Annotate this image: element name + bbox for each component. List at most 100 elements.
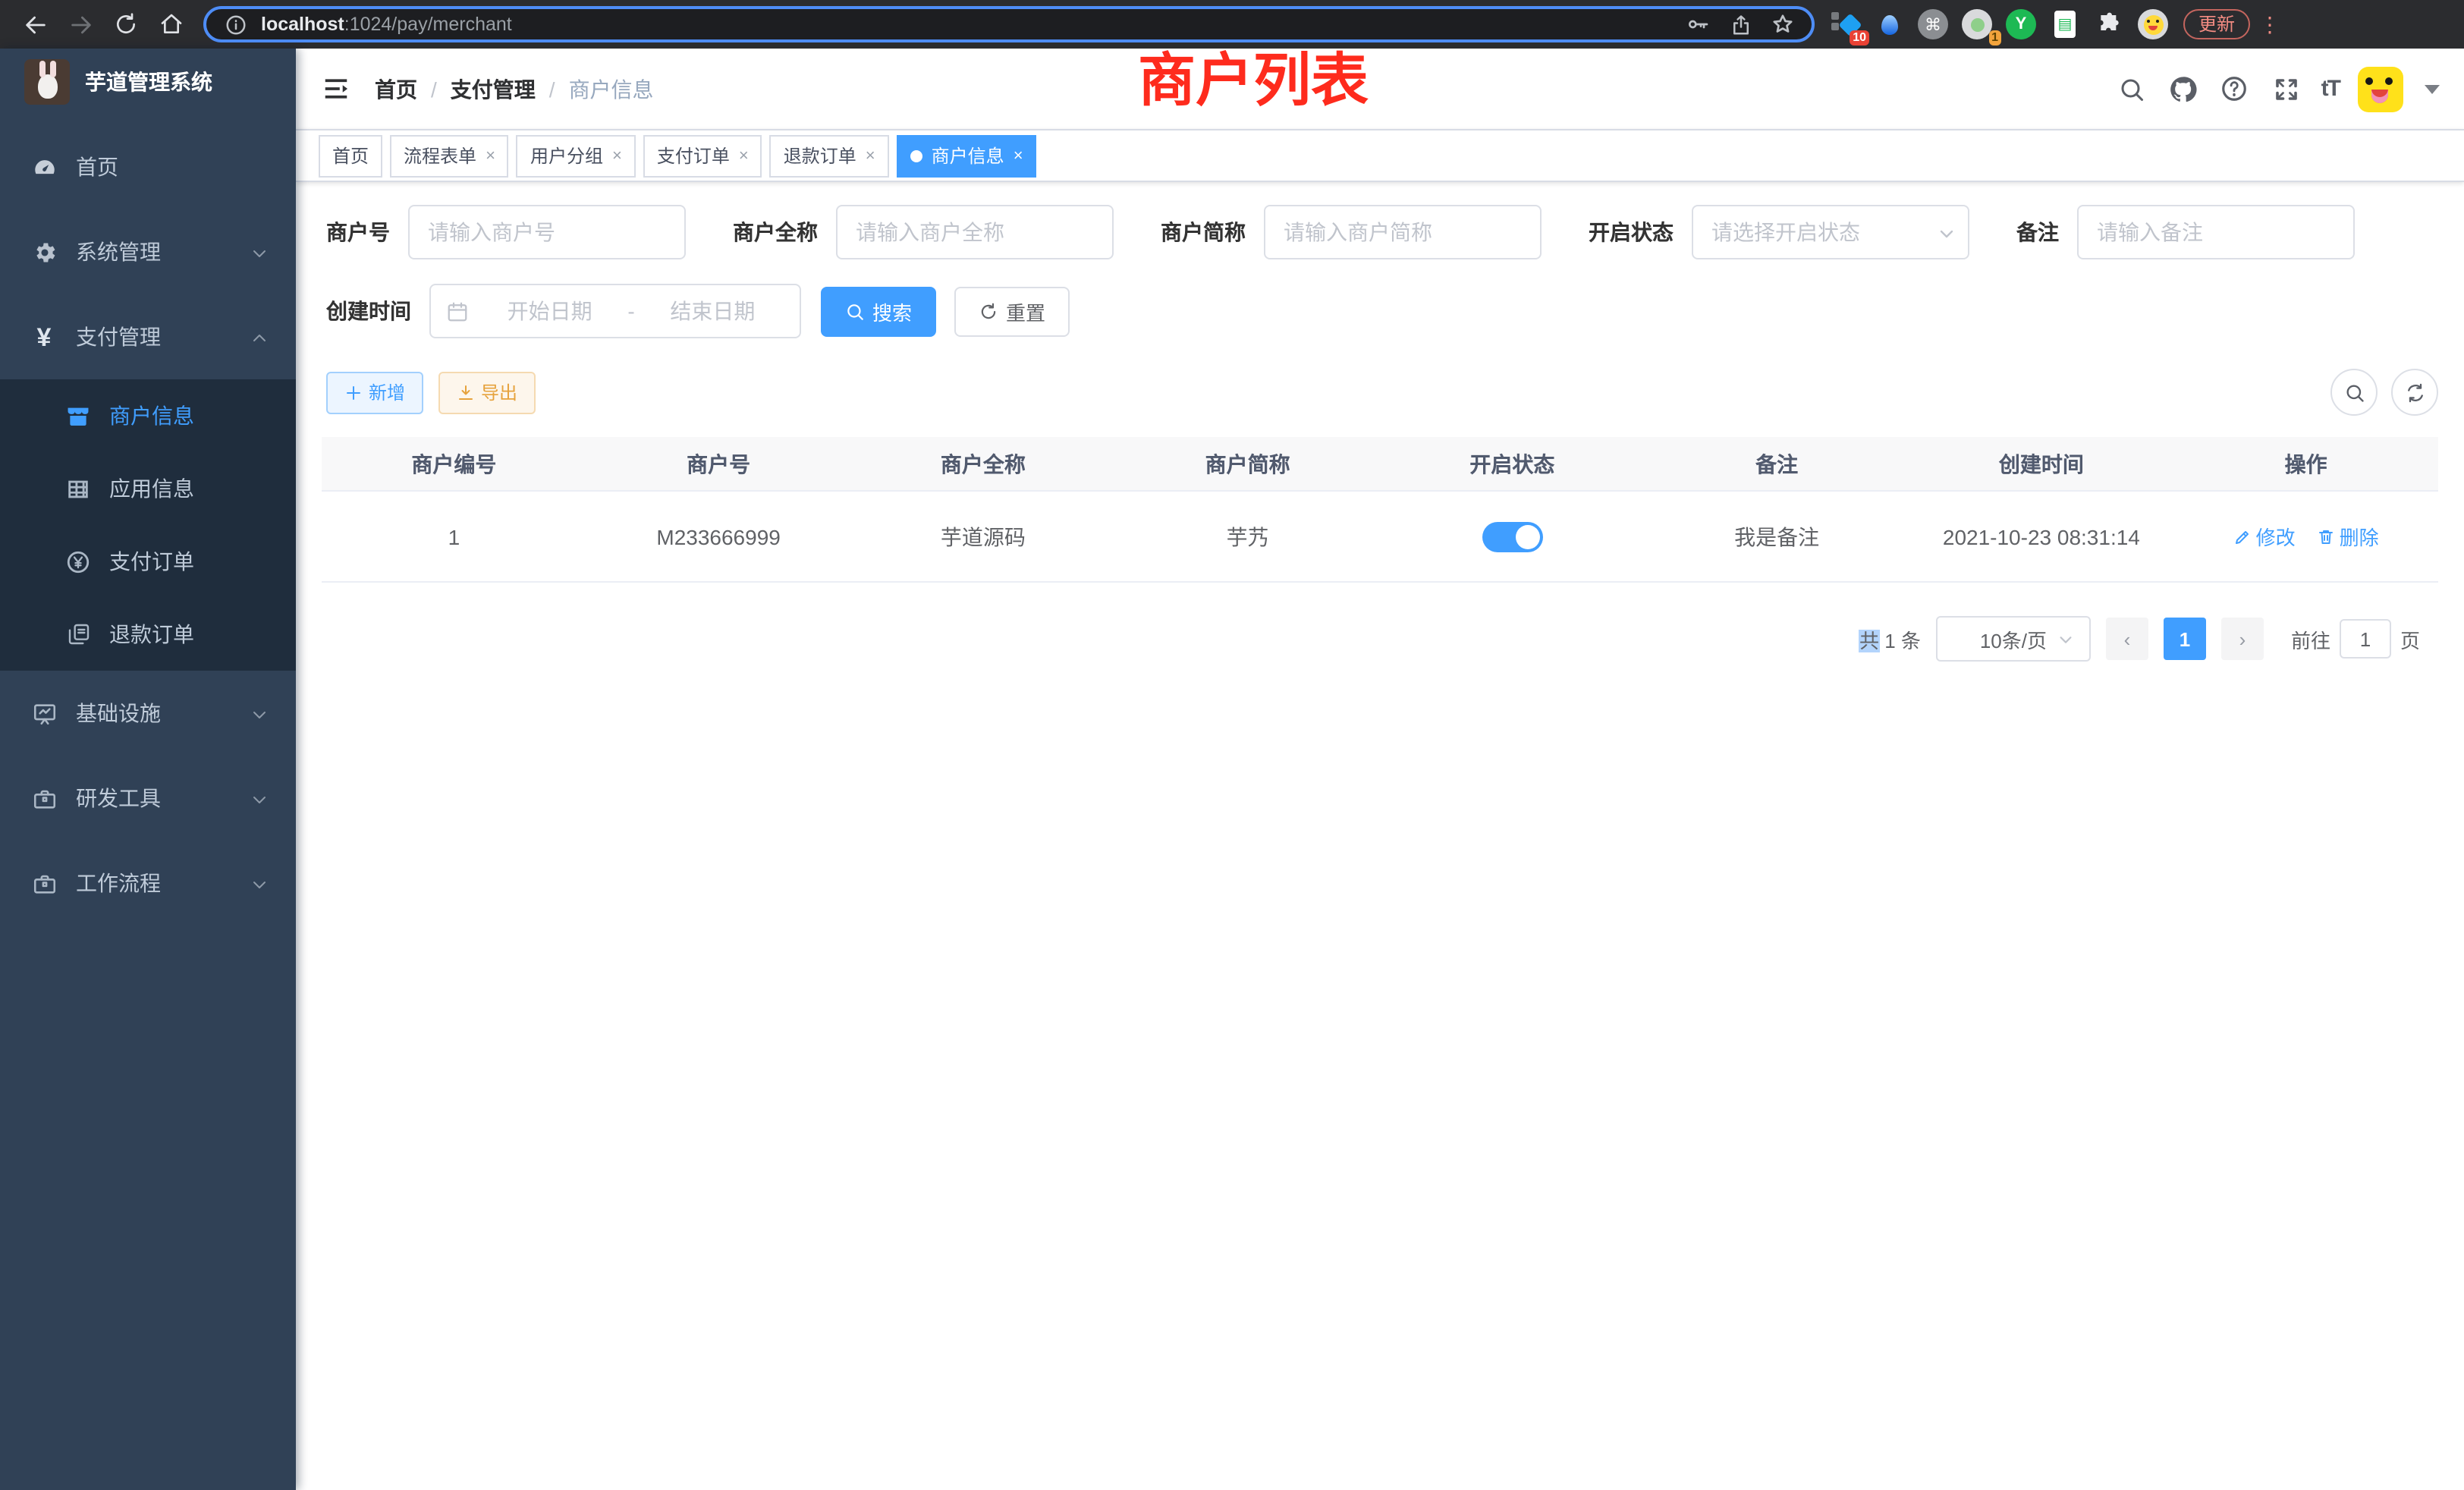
avatar-caret-icon[interactable] bbox=[2425, 84, 2440, 93]
sidebar-item-payment[interactable]: ¥ 支付管理 bbox=[0, 294, 296, 379]
col-full-name: 商户全称 bbox=[851, 437, 1116, 490]
extensions-puzzle-icon[interactable] bbox=[2094, 9, 2124, 39]
export-button[interactable]: 导出 bbox=[438, 371, 536, 413]
site-info-icon[interactable] bbox=[222, 11, 249, 38]
prev-page-button[interactable]: ‹ bbox=[2106, 618, 2148, 660]
close-icon[interactable]: × bbox=[739, 146, 749, 165]
cell-status bbox=[1380, 492, 1645, 581]
search-icon[interactable] bbox=[2115, 72, 2148, 105]
dashboard-icon bbox=[30, 153, 58, 181]
close-icon[interactable]: × bbox=[1014, 146, 1023, 165]
briefcase-icon bbox=[30, 784, 58, 812]
close-icon[interactable]: × bbox=[866, 146, 875, 165]
sidebar-item-dev-tools[interactable]: 研发工具 bbox=[0, 756, 296, 841]
url-host: localhost bbox=[261, 14, 344, 35]
sidebar-item-system[interactable]: 系统管理 bbox=[0, 209, 296, 294]
document-copy-icon bbox=[65, 621, 91, 647]
tab-pay-order[interactable]: 支付订单× bbox=[643, 134, 762, 177]
tab-home[interactable]: 首页 bbox=[319, 134, 382, 177]
show-search-button[interactable] bbox=[2330, 369, 2378, 416]
extension-y-icon[interactable]: Y bbox=[2006, 9, 2036, 39]
full-name-label: 商户全称 bbox=[733, 217, 818, 247]
bookmark-star-icon[interactable] bbox=[1769, 11, 1796, 38]
profile-avatar-icon[interactable] bbox=[2138, 9, 2168, 39]
extension-sidekick-icon[interactable]: 10 bbox=[1830, 9, 1860, 39]
extension-command-icon[interactable]: ⌘ bbox=[1918, 9, 1948, 39]
payment-submenu: 商户信息 应用信息 支付订单 退款订单 bbox=[0, 379, 296, 671]
add-button[interactable]: 新增 bbox=[326, 371, 423, 413]
extension-balloon-icon[interactable] bbox=[1874, 9, 1904, 39]
sidebar-item-merchant-info[interactable]: 商户信息 bbox=[0, 379, 296, 452]
next-page-button[interactable]: › bbox=[2221, 618, 2264, 660]
breadcrumb: 首页 / 支付管理 / 商户信息 bbox=[375, 74, 654, 104]
extension-badge: 1 bbox=[1988, 30, 2001, 46]
merchant-no-input[interactable] bbox=[408, 205, 686, 259]
breadcrumb-home[interactable]: 首页 bbox=[375, 74, 417, 104]
chevron-down-icon bbox=[250, 243, 269, 261]
sidebar-item-home[interactable]: 首页 bbox=[0, 124, 296, 209]
col-remark: 备注 bbox=[1645, 437, 1909, 490]
col-merchant-id: 商户编号 bbox=[322, 437, 586, 490]
edit-link[interactable]: 修改 bbox=[2233, 522, 2296, 551]
chrome-update-button[interactable]: 更新 bbox=[2183, 9, 2250, 39]
page-unit-label: 页 bbox=[2400, 624, 2420, 653]
page-1-button[interactable]: 1 bbox=[2164, 618, 2206, 660]
tab-user-group[interactable]: 用户分组× bbox=[517, 134, 636, 177]
extension-status-icon[interactable]: 1 bbox=[1962, 9, 1992, 39]
top-navbar: 首页 / 支付管理 / 商户信息 商户列表 tT bbox=[296, 49, 2464, 129]
screen: localhost:1024/pay/merchant 10 ⌘ 1 Y ▤ 更… bbox=[0, 0, 2464, 1490]
remark-input[interactable] bbox=[2077, 205, 2355, 259]
password-key-icon[interactable] bbox=[1684, 11, 1711, 38]
cell-actions: 修改 删除 bbox=[2173, 492, 2438, 581]
date-start-placeholder: 开始日期 bbox=[478, 296, 621, 326]
font-size-icon[interactable]: tT bbox=[2321, 76, 2340, 102]
cell-full-name: 芋道源码 bbox=[851, 492, 1116, 581]
home-icon[interactable] bbox=[153, 6, 190, 42]
back-icon[interactable] bbox=[17, 6, 53, 42]
tags-view: 首页 流程表单× 用户分组× 支付订单× 退款订单× 商户信息× bbox=[296, 129, 2464, 182]
page-size-select[interactable]: 10条/页 bbox=[1936, 616, 2091, 662]
close-icon[interactable]: × bbox=[486, 146, 495, 165]
tab-merchant-info[interactable]: 商户信息× bbox=[897, 134, 1037, 177]
close-icon[interactable]: × bbox=[612, 146, 622, 165]
search-button[interactable]: 搜索 bbox=[821, 286, 936, 336]
sidebar-item-label: 研发工具 bbox=[76, 783, 250, 813]
url-bar[interactable]: localhost:1024/pay/merchant bbox=[203, 6, 1815, 42]
app-logo[interactable]: 芋道管理系统 bbox=[0, 49, 296, 115]
col-actions: 操作 bbox=[2173, 437, 2438, 490]
delete-link[interactable]: 删除 bbox=[2317, 522, 2379, 551]
sidebar-item-app-info[interactable]: 应用信息 bbox=[0, 452, 296, 525]
breadcrumb-payment[interactable]: 支付管理 bbox=[451, 74, 536, 104]
share-icon[interactable] bbox=[1727, 11, 1754, 38]
page-content: 商户号 商户全称 商户简称 开启状态 bbox=[296, 182, 2464, 662]
sidebar-item-workflow[interactable]: 工作流程 bbox=[0, 841, 296, 926]
refresh-table-button[interactable] bbox=[2391, 369, 2438, 416]
tab-refund-order[interactable]: 退款订单× bbox=[770, 134, 889, 177]
sidebar-item-label: 支付管理 bbox=[76, 322, 250, 352]
forward-icon[interactable] bbox=[62, 6, 99, 42]
sidebar-item-refund-order[interactable]: 退款订单 bbox=[0, 598, 296, 671]
cell-merchant-no: M233666999 bbox=[586, 492, 851, 581]
github-icon[interactable] bbox=[2167, 72, 2200, 105]
sidebar-item-label: 首页 bbox=[76, 152, 296, 182]
refresh-icon bbox=[979, 301, 998, 321]
status-toggle[interactable] bbox=[1482, 521, 1542, 552]
extension-docs-icon[interactable]: ▤ bbox=[2050, 9, 2080, 39]
hamburger-menu-icon[interactable] bbox=[320, 74, 350, 104]
full-name-input[interactable] bbox=[836, 205, 1114, 259]
tab-process-form[interactable]: 流程表单× bbox=[390, 134, 509, 177]
date-range-picker[interactable]: 开始日期 - 结束日期 bbox=[429, 284, 801, 338]
chrome-menu-icon[interactable]: ⋮ bbox=[2259, 11, 2280, 37]
fullscreen-icon[interactable] bbox=[2270, 72, 2303, 105]
chevron-down-icon bbox=[250, 789, 269, 807]
help-icon[interactable] bbox=[2218, 72, 2252, 105]
reset-button[interactable]: 重置 bbox=[954, 286, 1070, 336]
short-name-input[interactable] bbox=[1264, 205, 1542, 259]
goto-page-input[interactable] bbox=[2340, 619, 2391, 659]
sidebar-item-infrastructure[interactable]: 基础设施 bbox=[0, 671, 296, 756]
user-avatar[interactable] bbox=[2358, 66, 2403, 112]
trash-icon bbox=[2317, 527, 2335, 545]
reload-icon[interactable] bbox=[108, 6, 144, 42]
status-select[interactable] bbox=[1692, 205, 1969, 259]
sidebar-item-pay-order[interactable]: 支付订单 bbox=[0, 525, 296, 598]
